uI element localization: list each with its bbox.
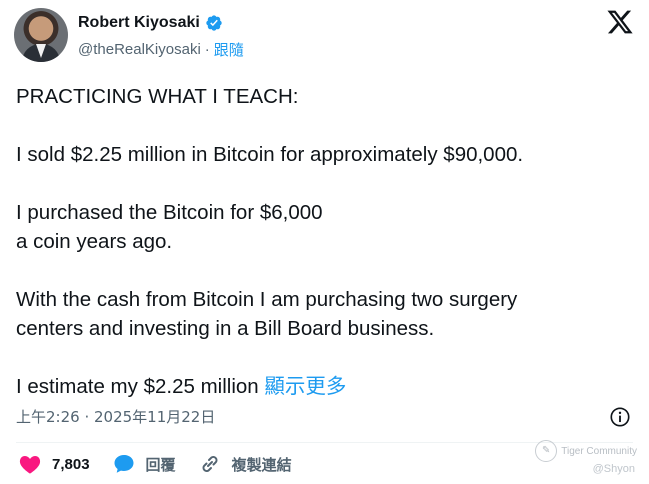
tweet-last-line: I estimate my $2.25 million 顯示更多 bbox=[16, 372, 636, 401]
tweet-line: I purchased the Bitcoin for $6,000 bbox=[16, 201, 323, 224]
like-count: 7,803 bbox=[52, 455, 90, 473]
tweet-timestamp[interactable]: 上午2:26 · 2025年11月22日 bbox=[16, 406, 215, 427]
reply-button[interactable]: 回覆 bbox=[112, 452, 176, 476]
name-row: Robert Kiyosaki bbox=[78, 14, 223, 32]
heart-icon bbox=[19, 456, 41, 474]
link-icon bbox=[202, 456, 218, 472]
show-more-link[interactable]: 顯示更多 bbox=[264, 374, 346, 398]
handle-separator: · bbox=[204, 41, 210, 58]
tweet-text: PRACTICING WHAT I TEACH: I sold $2.25 mi… bbox=[16, 82, 636, 401]
avatar[interactable] bbox=[14, 8, 68, 62]
tweet-line: PRACTICING WHAT I TEACH: bbox=[16, 85, 299, 108]
tiger-logo-icon: ✎ bbox=[535, 440, 558, 462]
action-bar: 7,803 回覆 複製連結 bbox=[18, 452, 314, 476]
tweet-line: With the cash from Bitcoin I am purchasi… bbox=[16, 288, 518, 311]
tweet-line: a coin years ago. bbox=[16, 230, 173, 253]
tweet-line: I estimate my $2.25 million bbox=[16, 375, 259, 398]
reply-label: 回覆 bbox=[145, 455, 176, 474]
info-icon[interactable] bbox=[609, 406, 631, 428]
tweet-line: centers and investing in a Bill Board bu… bbox=[16, 317, 435, 340]
copy-link-label: 複製連結 bbox=[231, 455, 292, 474]
like-button[interactable]: 7,803 bbox=[18, 452, 90, 476]
tweet-header: Robert Kiyosaki @theRealKiyosaki · 跟隨 bbox=[14, 6, 634, 66]
verified-badge-icon bbox=[206, 15, 222, 31]
handle-row: @theRealKiyosaki · 跟隨 bbox=[78, 39, 244, 60]
x-logo-icon[interactable] bbox=[606, 8, 634, 36]
author-name[interactable]: Robert Kiyosaki bbox=[78, 14, 200, 32]
tweet-line: I sold $2.25 million in Bitcoin for appr… bbox=[16, 143, 524, 166]
author-handle[interactable]: @theRealKiyosaki bbox=[78, 41, 201, 58]
watermark-user: @Shyon bbox=[592, 463, 635, 475]
reply-bubble-icon bbox=[114, 455, 134, 473]
watermark: ✎ Tiger Community bbox=[535, 440, 637, 462]
watermark-community: Tiger Community bbox=[561, 445, 637, 457]
follow-button[interactable]: 跟隨 bbox=[214, 39, 244, 60]
copy-link-button[interactable]: 複製連結 bbox=[198, 452, 292, 476]
